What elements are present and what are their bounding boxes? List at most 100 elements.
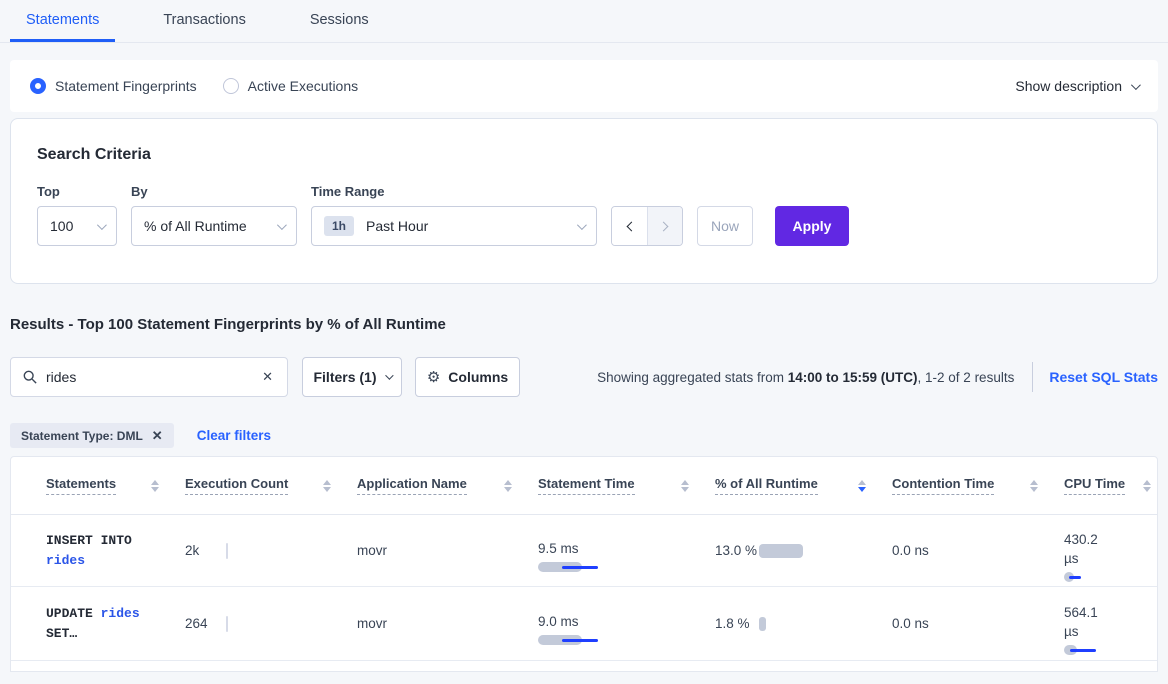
header-cpu-time[interactable]: CPU Time (1064, 476, 1157, 495)
time-step-buttons (611, 206, 683, 246)
table-row[interactable]: INSERT INTO rides 2k movr 9.5 ms 13.0 % … (11, 515, 1157, 587)
gear-icon: ⚙ (427, 368, 440, 386)
radio-unselected-icon (223, 78, 239, 94)
execution-count-value: 2k (185, 543, 226, 558)
aggregated-stats-text: Showing aggregated stats from 14:00 to 1… (597, 370, 1014, 385)
radio-label: Statement Fingerprints (55, 78, 197, 94)
now-button[interactable]: Now (697, 206, 753, 246)
show-description-label: Show description (1015, 78, 1122, 94)
contention-time-cell: 0.0 ns (892, 543, 1064, 558)
tab-sessions[interactable]: Sessions (294, 0, 385, 42)
sql-keyword: UPDATE (46, 606, 101, 621)
cpu-time-value: 564.1 µs (1064, 603, 1108, 641)
statement-link[interactable]: rides (46, 553, 85, 568)
prev-time-button[interactable] (612, 207, 647, 245)
results-toolbar: ✕ Filters (1) ⚙ Columns Showing aggregat… (10, 357, 1158, 397)
table-header-row: Statements Execution Count Application N… (11, 457, 1157, 515)
chevron-down-icon (577, 220, 587, 230)
stats-time-range: 14:00 to 15:59 (UTC) (788, 370, 918, 385)
by-select-value: % of All Runtime (144, 218, 247, 234)
sort-icon-active-desc[interactable] (858, 480, 866, 492)
pct-runtime-bar (759, 544, 803, 558)
sql-activity-page: Statements Transactions Sessions Stateme… (0, 0, 1168, 672)
header-label[interactable]: Contention Time (892, 476, 994, 495)
statement-time-cell: 9.5 ms (538, 541, 715, 561)
radio-active-executions[interactable]: Active Executions (223, 78, 359, 94)
execution-count-value: 264 (185, 616, 226, 631)
header-label[interactable]: Statement Time (538, 476, 635, 495)
tab-statements[interactable]: Statements (10, 0, 115, 42)
sort-icon[interactable] (1030, 480, 1038, 492)
header-statements[interactable]: Statements (46, 476, 185, 495)
header-contention-time[interactable]: Contention Time (892, 476, 1064, 495)
header-label[interactable]: CPU Time (1064, 476, 1125, 495)
statement-time-value: 9.5 ms (538, 541, 715, 556)
search-input[interactable] (46, 369, 260, 385)
header-application-name[interactable]: Application Name (357, 476, 538, 495)
contention-time-cell: 0.0 ns (892, 616, 1064, 631)
search-icon (23, 370, 37, 384)
header-label[interactable]: Application Name (357, 476, 467, 495)
pct-runtime-value: 13.0 % (715, 541, 759, 560)
header-execution-count[interactable]: Execution Count (185, 476, 357, 495)
search-box[interactable]: ✕ (10, 357, 288, 397)
filters-label: Filters (1) (313, 369, 376, 385)
top-field: Top 100 (37, 184, 117, 246)
by-label: By (131, 184, 297, 199)
search-criteria-title: Search Criteria (37, 146, 1157, 164)
filter-chip-statement-type[interactable]: Statement Type: DML ✕ (10, 423, 174, 448)
filter-chip-label: Statement Type: DML (21, 429, 143, 443)
application-name-cell: movr (357, 543, 538, 558)
search-criteria-form: Top 100 By % of All Runtime Time Range 1… (31, 184, 1157, 246)
table-row[interactable]: UPDATE rides SET… 264 movr 9.0 ms 1.8 % … (11, 587, 1157, 661)
statement-cell: UPDATE rides SET… (46, 604, 185, 644)
header-label[interactable]: Statements (46, 476, 116, 495)
view-toggle-strip: Statement Fingerprints Active Executions… (10, 60, 1158, 112)
time-range-select[interactable]: 1h Past Hour (311, 206, 597, 246)
radio-statement-fingerprints[interactable]: Statement Fingerprints (30, 78, 197, 94)
sort-icon[interactable] (323, 480, 331, 492)
pct-runtime-bar (759, 617, 766, 631)
header-label[interactable]: Execution Count (185, 476, 288, 495)
results-heading: Results - Top 100 Statement Fingerprints… (10, 316, 1158, 333)
chevron-down-icon (97, 220, 107, 230)
top-select-value: 100 (50, 218, 73, 234)
application-name-cell: movr (357, 616, 538, 631)
sort-icon[interactable] (681, 480, 689, 492)
top-select[interactable]: 100 (37, 206, 117, 246)
execution-count-bar (226, 616, 228, 632)
time-range-value: Past Hour (366, 218, 428, 234)
search-criteria-card: Search Criteria Top 100 By % of All Runt… (10, 118, 1158, 284)
time-controls: Now Apply (611, 184, 849, 246)
tab-transactions[interactable]: Transactions (147, 0, 261, 42)
chevron-down-icon (385, 371, 393, 379)
filters-button[interactable]: Filters (1) (302, 357, 402, 397)
stats-prefix: Showing aggregated stats from (597, 370, 788, 385)
columns-button[interactable]: ⚙ Columns (415, 357, 520, 397)
time-range-field: Time Range 1h Past Hour (311, 184, 597, 246)
statement-link[interactable]: rides (101, 606, 140, 621)
sort-icon[interactable] (1143, 480, 1151, 492)
header-statement-time[interactable]: Statement Time (538, 476, 715, 495)
sort-icon[interactable] (504, 480, 512, 492)
show-description-toggle[interactable]: Show description (1015, 78, 1138, 94)
vertical-divider (1032, 362, 1033, 392)
next-time-button[interactable] (647, 207, 682, 245)
top-label: Top (37, 184, 117, 199)
header-label[interactable]: % of All Runtime (715, 476, 818, 495)
header-pct-all-runtime[interactable]: % of All Runtime (715, 476, 892, 495)
time-range-badge: 1h (324, 216, 354, 236)
remove-filter-icon[interactable]: ✕ (152, 428, 163, 444)
clear-search-icon[interactable]: ✕ (260, 367, 275, 387)
time-range-label: Time Range (311, 184, 597, 199)
pct-runtime-cell: 13.0 % (715, 541, 892, 560)
clear-filters-link[interactable]: Clear filters (197, 428, 271, 443)
execution-count-cell: 264 (185, 616, 357, 632)
reset-sql-stats-link[interactable]: Reset SQL Stats (1049, 369, 1158, 385)
statement-time-cell: 9.0 ms (538, 614, 715, 634)
pct-runtime-cell: 1.8 % (715, 614, 892, 633)
apply-button[interactable]: Apply (775, 206, 849, 246)
chevron-down-icon (277, 220, 287, 230)
by-select[interactable]: % of All Runtime (131, 206, 297, 246)
sort-icon[interactable] (151, 480, 159, 492)
